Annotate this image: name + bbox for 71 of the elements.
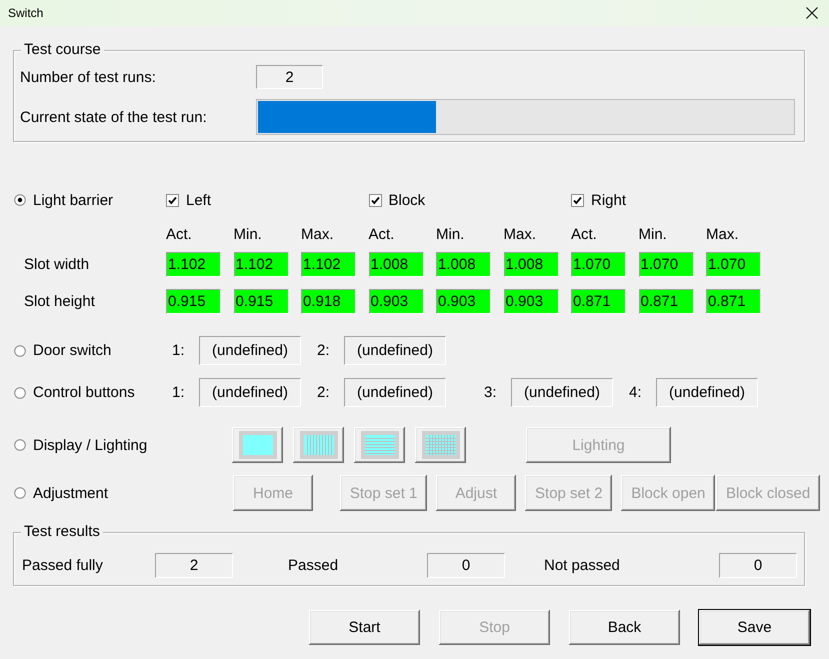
- measurement-cell: 1.102: [166, 252, 221, 277]
- input-state-field: (undefined): [344, 378, 446, 407]
- input-number-label: 2:: [317, 384, 331, 401]
- dialog-button[interactable]: Save: [699, 610, 810, 645]
- grid-pattern-icon: [422, 431, 460, 459]
- measurement-cell: 1.070: [571, 252, 626, 277]
- column-header: Act.: [571, 226, 598, 244]
- runs-count-field: 2: [256, 65, 323, 89]
- column-header: Act.: [368, 226, 396, 244]
- column-header: Min.: [234, 226, 263, 244]
- input-state-field: (undefined): [656, 378, 758, 407]
- measurement-cell: 0.903: [436, 289, 491, 314]
- result-label: Passed: [288, 557, 340, 574]
- close-icon: [806, 7, 818, 19]
- radio-button[interactable]: Door switch: [14, 340, 172, 360]
- measurement-cell: 0.871: [706, 289, 761, 314]
- result-count-field: 0: [719, 553, 797, 578]
- row-label: Slot height: [23, 292, 96, 312]
- vertical-stripes-icon: [300, 431, 338, 459]
- checkbox[interactable]: Left: [166, 190, 368, 210]
- column-header: Max.: [504, 226, 538, 244]
- window-title: Switch: [8, 6, 44, 20]
- measurement-cell: 0.903: [368, 289, 424, 314]
- measurement-cell: 1.102: [234, 252, 288, 277]
- field-label: Current state of the test run:: [20, 108, 208, 126]
- measurement-cell: 1.008: [504, 252, 558, 277]
- result-label: Passed fully: [22, 557, 104, 574]
- input-number-label: 2:: [317, 342, 331, 359]
- input-state-field: (undefined): [199, 336, 301, 365]
- radio-button[interactable]: Control buttons: [14, 382, 172, 402]
- result-count-field: 0: [427, 553, 505, 578]
- dialog-button[interactable]: Back: [569, 610, 680, 645]
- measurement-cell: 1.008: [368, 252, 424, 277]
- horizontal-stripes-icon: [360, 431, 398, 459]
- radio-button[interactable]: Display / Lighting: [14, 435, 232, 455]
- input-state-field: (undefined): [511, 378, 613, 407]
- column-header: Max.: [706, 226, 740, 244]
- result-count-field: 2: [155, 553, 233, 578]
- checkbox[interactable]: Right: [571, 190, 774, 210]
- result-label: Not passed: [544, 557, 621, 574]
- radio-button[interactable]: Adjustment: [14, 483, 233, 503]
- measurement-cell: 1.008: [436, 252, 491, 277]
- input-number-label: 3:: [484, 384, 498, 401]
- input-state-field: (undefined): [199, 378, 301, 407]
- measurement-cell: 0.915: [166, 289, 221, 314]
- column-header: Max.: [301, 226, 335, 244]
- input-state-field: (undefined): [344, 336, 446, 365]
- measurement-cell: 1.102: [301, 252, 356, 277]
- column-header: Min.: [638, 226, 668, 244]
- solid-pattern-icon: [238, 431, 276, 459]
- measurement-cell: 1.070: [706, 252, 761, 277]
- input-number-label: 4:: [629, 384, 643, 401]
- pattern-button[interactable]: [415, 427, 466, 463]
- measurement-cell: 0.903: [504, 289, 558, 314]
- measurement-cell: 1.070: [638, 252, 694, 277]
- pattern-button[interactable]: [354, 427, 405, 463]
- measurement-cell: 0.915: [234, 289, 288, 314]
- row-label: Slot width: [23, 255, 90, 275]
- input-number-label: 1:: [172, 342, 186, 359]
- radio-button[interactable]: Light barrier: [14, 190, 166, 210]
- measurement-cell: 0.871: [571, 289, 626, 314]
- checkbox[interactable]: Block: [368, 190, 571, 210]
- pattern-button[interactable]: [293, 427, 344, 463]
- column-header: Min.: [436, 226, 466, 244]
- measurement-cell: 0.871: [638, 289, 694, 314]
- dialog-button[interactable]: Start: [309, 610, 420, 645]
- pattern-button[interactable]: [232, 427, 283, 463]
- field-label: Number of test runs:: [20, 68, 157, 86]
- column-header: Act.: [166, 226, 193, 244]
- input-number-label: 1:: [172, 384, 186, 401]
- measurement-cell: 0.918: [301, 289, 356, 314]
